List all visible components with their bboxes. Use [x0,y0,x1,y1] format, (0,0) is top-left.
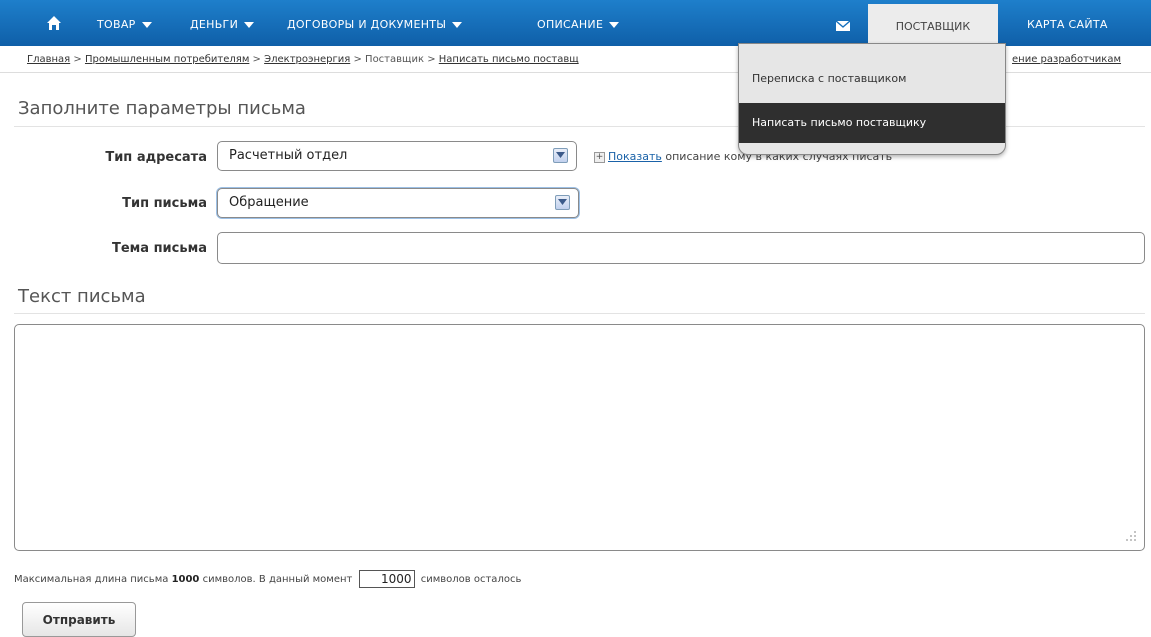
nav-item-tovar[interactable]: ТОВАР [97,0,152,46]
breadcrumb-separator: > [252,54,261,65]
breadcrumb-separator: > [427,54,436,65]
menu-item-write-letter[interactable]: Написать письмо поставщику [739,103,1005,143]
subject-input[interactable] [217,232,1145,264]
nav-label: ОПИСАНИЕ [537,18,604,31]
expand-plus-icon[interactable]: + [594,152,605,163]
breadcrumb-link-electricity[interactable]: Электроэнергия [264,54,350,65]
limit-max: 1000 [171,574,200,585]
body-title: Текст письма [18,286,146,307]
nav-item-dengi[interactable]: ДЕНЬГИ [190,0,255,46]
chevron-down-icon[interactable] [555,195,570,210]
chevron-down-icon [609,22,620,28]
breadcrumb-link-industrial[interactable]: Промышленным потребителям [85,54,249,65]
letter-body-textarea[interactable] [14,324,1145,551]
form-title: Заполните параметры письма [18,98,306,119]
menu-item-correspondence[interactable]: Переписка с поставщиком [739,64,1005,94]
breadcrumb-link-write-letter[interactable]: Написать письмо поставщ [439,54,579,65]
breadcrumb-separator: > [73,54,82,65]
recipient-type-label: Тип адресата [105,150,207,165]
home-icon[interactable] [46,15,62,31]
divider [14,313,1145,314]
resize-grip-icon[interactable] [1125,530,1137,542]
breadcrumb-trail: Главная > Промышленным потребителям > Эл… [27,46,579,72]
supplier-dropdown-menu: Переписка с поставщиком Написать письмо … [738,43,1006,155]
nav-item-postavshik[interactable]: ПОСТАВЩИК [868,4,998,46]
remaining-counter: 1000 [358,570,415,588]
limit-prefix: Максимальная длина письма [14,574,169,585]
breadcrumb-link-developers[interactable]: ение разработчикам [1012,54,1121,65]
limit-suffix: символов осталось [420,574,522,585]
chevron-down-icon [452,22,463,28]
letter-type-label: Тип письма [122,196,207,211]
nav-item-dogovory[interactable]: ДОГОВОРЫ И ДОКУМЕНТЫ [287,0,463,46]
mail-icon[interactable] [836,21,850,31]
nav-item-sitemap[interactable]: КАРТА САЙТА [1027,0,1108,46]
nav-label: ДОГОВОРЫ И ДОКУМЕНТЫ [287,18,447,31]
top-navbar: ТОВАР ДЕНЬГИ ДОГОВОРЫ И ДОКУМЕНТЫ ОПИСАН… [0,0,1151,46]
subject-label: Тема письма [111,241,207,256]
breadcrumb-link-home[interactable]: Главная [27,54,70,65]
nav-label: ДЕНЬГИ [190,18,239,31]
breadcrumb-separator: > [353,54,362,65]
show-description-link[interactable]: Показать [608,150,662,163]
recipient-type-select[interactable]: Расчетный отдел [217,141,577,171]
select-value: Обращение [229,195,309,210]
chevron-down-icon[interactable] [553,148,568,163]
chevron-down-icon [244,22,255,28]
send-button[interactable]: Отправить [22,602,136,637]
limit-middle: символов. В данный момент [202,574,353,585]
nav-label: ТОВАР [97,18,136,31]
select-value: Расчетный отдел [229,148,348,163]
letter-type-select[interactable]: Обращение [217,188,579,218]
breadcrumb-current: Поставщик [365,54,424,65]
chevron-down-icon [141,22,152,28]
char-limit-info: Максимальная длина письма 1000 символов.… [14,570,521,588]
nav-item-opisanie[interactable]: ОПИСАНИЕ [537,0,620,46]
